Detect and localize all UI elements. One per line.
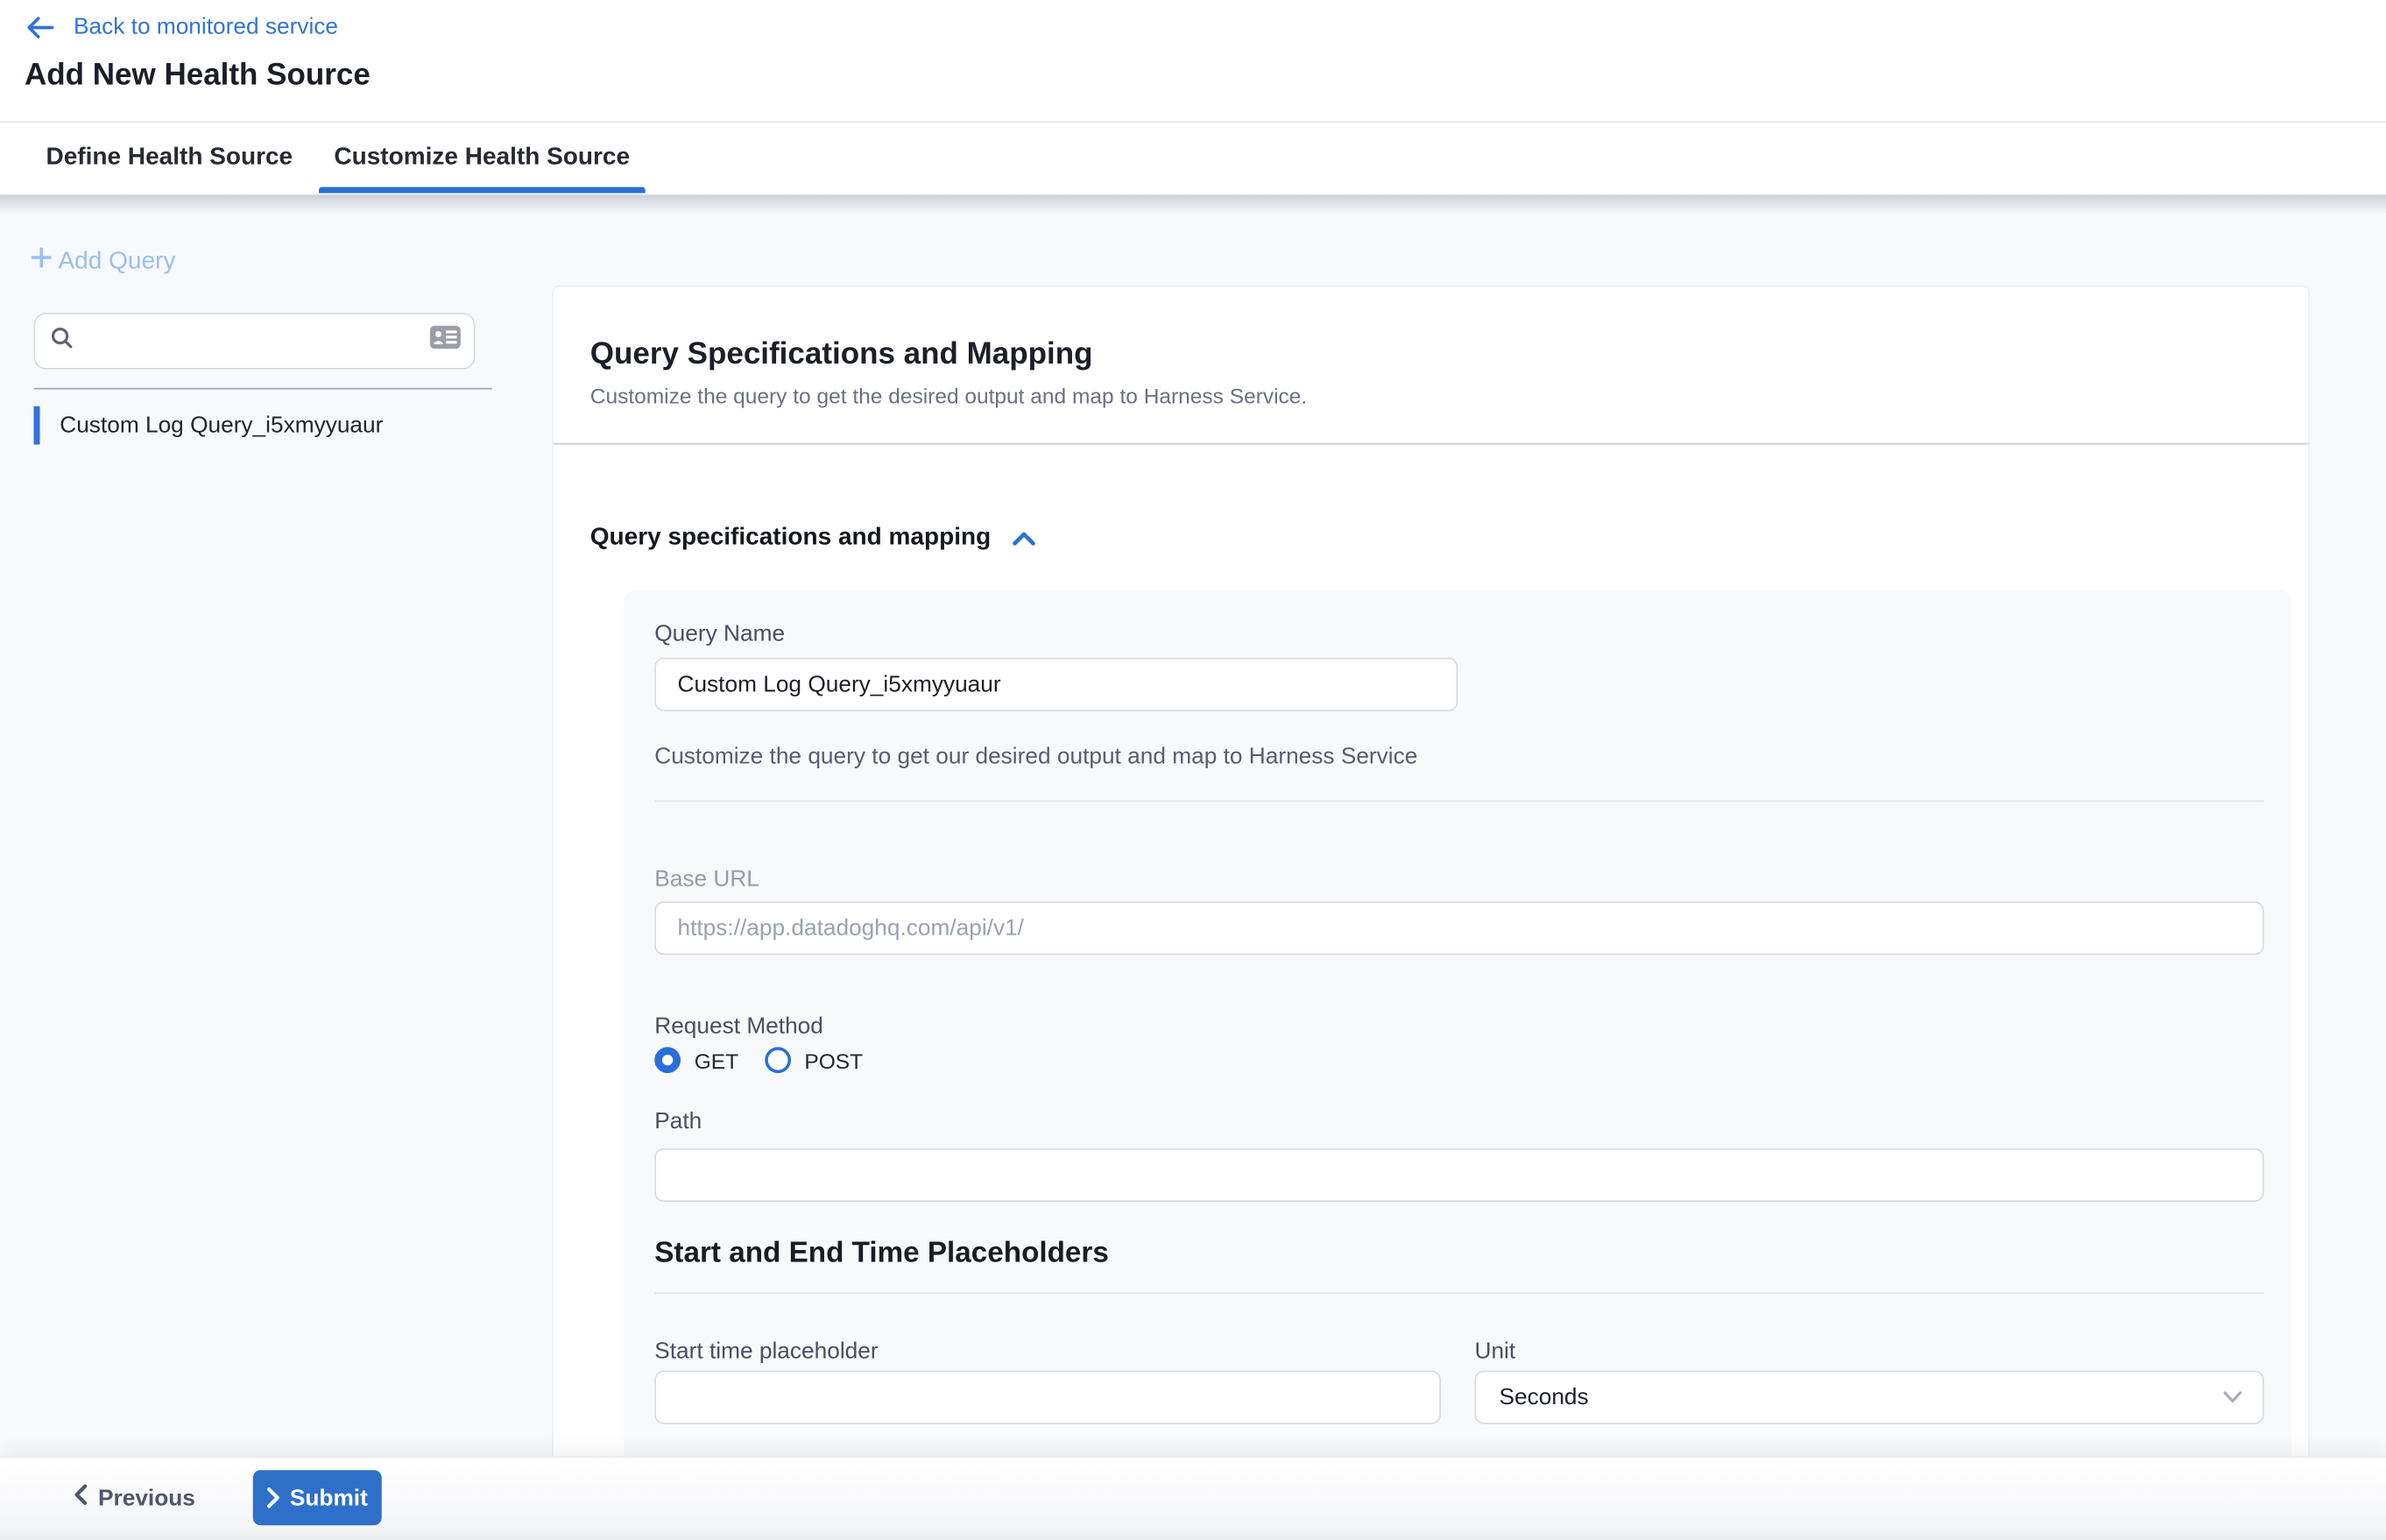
- radio-option-post[interactable]: POST: [765, 1047, 863, 1073]
- path-label: Path: [654, 1108, 702, 1134]
- form-divider: [654, 1292, 2264, 1294]
- section-heading: Query specifications and mapping: [590, 525, 991, 553]
- time-placeholders-heading: Start and End Time Placeholders: [654, 1237, 1109, 1271]
- arrow-left-icon: [26, 16, 54, 38]
- unit-select[interactable]: Seconds: [1475, 1371, 2264, 1424]
- add-query-button[interactable]: Add Query: [28, 244, 176, 279]
- radio-post-label: POST: [804, 1048, 863, 1072]
- query-spec-card: Query Specifications and Mapping Customi…: [552, 286, 2310, 1457]
- chevron-right-icon: [267, 1487, 281, 1509]
- chevron-down-icon: [2223, 1390, 2243, 1404]
- request-method-radio-group: GET POST: [654, 1047, 863, 1073]
- page-title: Add New Health Source: [25, 59, 371, 94]
- previous-button-label: Previous: [98, 1485, 195, 1511]
- sidebar-divider: [34, 388, 492, 390]
- magnifier-icon: [51, 326, 74, 357]
- content-area: Add Query Custom Log Query_i5xmyyuaur Qu…: [0, 194, 2386, 1456]
- query-list-item[interactable]: Custom Log Query_i5xmyyuaur: [34, 406, 384, 445]
- tab-bar: Define Health Source Customize Health So…: [0, 123, 2386, 194]
- app-window: Back to monitored service Add New Health…: [0, 0, 2386, 1540]
- request-method-label: Request Method: [654, 1014, 823, 1040]
- page-header: Back to monitored service Add New Health…: [0, 0, 2386, 123]
- query-search-input[interactable]: [74, 314, 429, 368]
- card-title: Query Specifications and Mapping: [590, 337, 1093, 372]
- back-link-label: Back to monitored service: [74, 14, 338, 40]
- base-url-label: Base URL: [654, 866, 759, 893]
- query-form-panel: Query Name Customize the query to get ou…: [624, 590, 2291, 1457]
- start-time-placeholder-label: Start time placeholder: [654, 1339, 878, 1365]
- unit-select-value: Seconds: [1476, 1384, 2222, 1410]
- chevron-left-icon: [74, 1484, 88, 1512]
- submit-button[interactable]: Submit: [253, 1470, 382, 1525]
- previous-button[interactable]: Previous: [74, 1475, 195, 1522]
- chevron-up-icon[interactable]: [1013, 530, 1037, 547]
- query-name-label: Query Name: [654, 621, 785, 647]
- contact-card-icon[interactable]: [429, 325, 462, 357]
- path-input[interactable]: [654, 1148, 2264, 1202]
- back-link[interactable]: Back to monitored service: [26, 14, 338, 40]
- selected-indicator-bar: [34, 406, 40, 445]
- radio-selected-icon: [654, 1047, 681, 1073]
- start-time-placeholder-input[interactable]: [654, 1371, 1441, 1424]
- add-query-label: Add Query: [59, 248, 176, 276]
- card-subtitle: Customize the query to get the desired o…: [590, 384, 1307, 408]
- radio-option-get[interactable]: GET: [654, 1047, 738, 1073]
- tab-define-health-source[interactable]: Define Health Source: [46, 123, 293, 194]
- plus-icon: [28, 244, 56, 279]
- query-name-helper-text: Customize the query to get our desired o…: [654, 744, 1417, 770]
- tab-customize-health-source[interactable]: Customize Health Source: [334, 123, 630, 194]
- radio-unselected-icon: [765, 1047, 791, 1073]
- query-item-label: Custom Log Query_i5xmyyuaur: [40, 413, 384, 439]
- base-url-input[interactable]: [654, 901, 2264, 955]
- unit-label: Unit: [1475, 1339, 1516, 1365]
- query-name-input[interactable]: [654, 658, 1458, 711]
- card-header-divider: [554, 443, 2309, 445]
- form-divider: [654, 801, 2264, 802]
- query-search-box: [34, 313, 476, 370]
- radio-get-label: GET: [695, 1048, 738, 1072]
- submit-button-label: Submit: [290, 1485, 368, 1511]
